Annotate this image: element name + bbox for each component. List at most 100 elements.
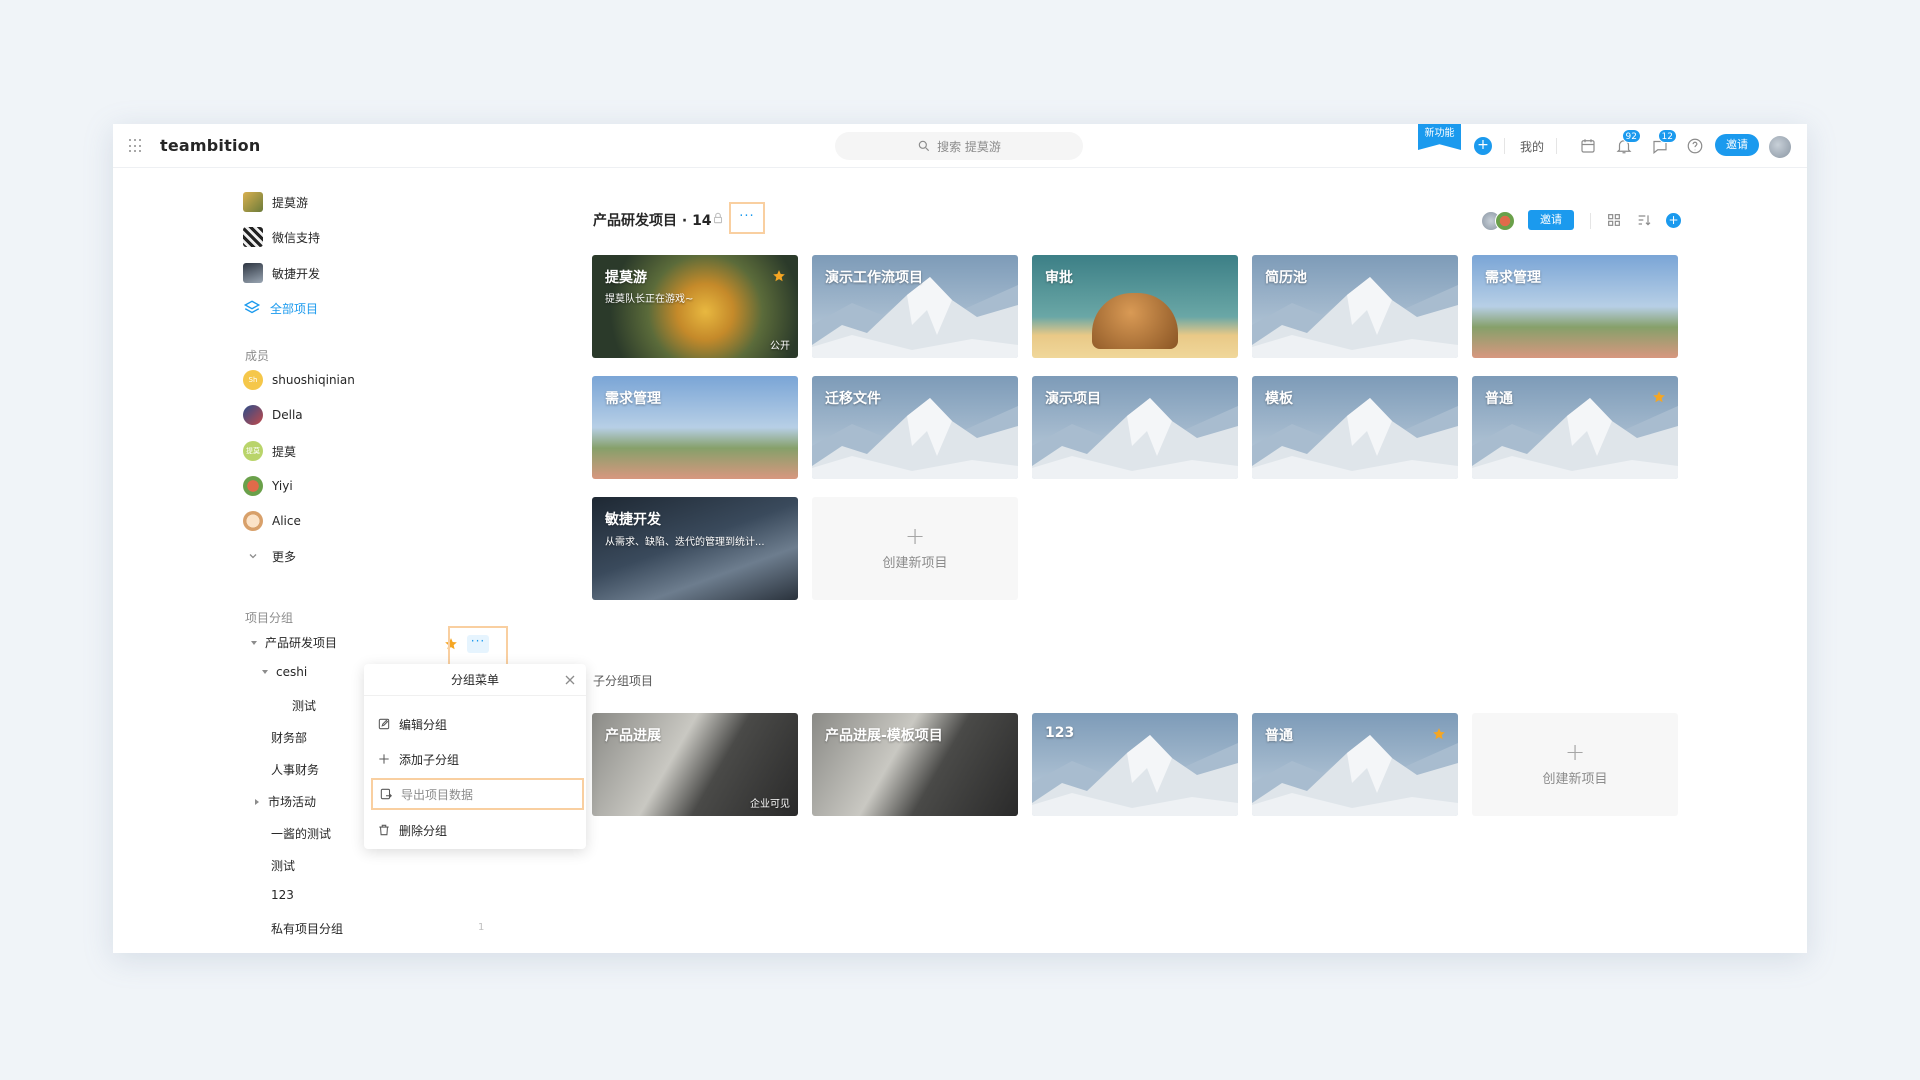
project-card[interactable]: 产品进展 企业可见 <box>592 713 798 816</box>
chevron-down-icon <box>243 551 263 561</box>
member-avatar <box>243 476 263 496</box>
member-avatar: Sh <box>243 370 263 390</box>
mine-link[interactable]: 我的 <box>1520 138 1544 155</box>
member-item[interactable]: Sh shuoshiqinian <box>243 370 355 390</box>
star-icon[interactable] <box>1432 727 1446 741</box>
member-item[interactable]: Della <box>243 405 303 425</box>
group-item-test-child[interactable]: 测试 <box>292 697 316 714</box>
user-avatar[interactable] <box>1769 136 1791 158</box>
invite-button[interactable]: 邀请 <box>1528 210 1574 230</box>
add-project-plus-button[interactable]: + <box>1666 213 1681 228</box>
lock-icon <box>711 211 725 225</box>
menu-edit-group[interactable]: 编辑分组 <box>377 712 580 736</box>
create-project-card[interactable]: + 创建新项目 <box>1472 713 1678 816</box>
card-title: 普通 <box>1485 391 1513 407</box>
group-item-test[interactable]: 测试 <box>271 857 295 874</box>
edit-icon <box>378 718 390 730</box>
close-icon[interactable] <box>564 674 576 686</box>
member-item[interactable]: Alice <box>243 511 301 531</box>
card-title: 迁移文件 <box>825 391 881 407</box>
member-name: shuoshiqinian <box>272 373 355 387</box>
card-title: 提莫游 <box>605 270 647 286</box>
help-icon[interactable] <box>1686 137 1704 155</box>
plus-icon <box>379 754 389 764</box>
member-name: Alice <box>272 514 301 528</box>
create-project-card[interactable]: + 创建新项目 <box>812 497 1018 600</box>
project-card[interactable]: 敏捷开发 从需求、缺陷、迭代的管理到统计... <box>592 497 798 600</box>
app-grid-icon[interactable] <box>129 139 143 153</box>
group-more-button[interactable]: ··· <box>467 635 489 653</box>
sidebar-project-timoyou[interactable]: 提莫游 <box>243 192 308 212</box>
card-visibility-tag: 企业可见 <box>750 799 790 810</box>
card-title: 简历池 <box>1265 270 1307 286</box>
search-placeholder: 搜索 提莫游 <box>937 139 1001 154</box>
star-icon[interactable] <box>772 269 786 283</box>
create-project-label: 创建新项目 <box>1542 772 1608 787</box>
group-item-yijiang[interactable]: 一酱的测试 <box>271 825 331 842</box>
star-icon[interactable] <box>1652 390 1666 404</box>
member-item[interactable]: 提莫 提莫 <box>243 441 296 461</box>
menu-add-subgroup[interactable]: 添加子分组 <box>377 747 580 771</box>
group-item-private[interactable]: 私有项目分组 <box>271 920 343 937</box>
caret-right-icon <box>252 797 262 807</box>
logo[interactable]: teambition <box>160 136 260 155</box>
card-title: 演示工作流项目 <box>825 270 923 286</box>
notification-badge: 92 <box>1621 129 1641 143</box>
grid-view-icon[interactable] <box>1606 212 1622 228</box>
create-plus-button[interactable]: + <box>1474 137 1492 155</box>
group-item-product[interactable]: 产品研发项目 <box>249 634 337 651</box>
member-item[interactable]: Yiyi <box>243 476 293 496</box>
project-card[interactable]: 提莫游 提莫队长正在游戏~ 公开 <box>592 255 798 358</box>
group-item-ceshi[interactable]: ceshi <box>260 665 307 679</box>
project-card[interactable]: 普通 <box>1252 713 1458 816</box>
group-label: 私有项目分组 <box>271 922 344 936</box>
sidebar-project-agile[interactable]: 敏捷开发 <box>243 263 320 283</box>
card-title: 敏捷开发 <box>605 512 661 528</box>
notification-icon[interactable]: 92 <box>1615 129 1641 155</box>
message-icon[interactable]: 12 <box>1651 129 1677 155</box>
group-count: 1 <box>478 922 485 933</box>
project-card[interactable]: 产品进展-模板项目 <box>812 713 1018 816</box>
card-visibility-tag: 公开 <box>770 341 790 352</box>
layers-icon <box>243 300 261 314</box>
header-invite-button[interactable]: 邀请 <box>1715 134 1759 156</box>
sidebar-all-projects[interactable]: 全部项目 <box>243 298 318 318</box>
project-card[interactable]: 简历池 <box>1252 255 1458 358</box>
more-label: 更多 <box>272 549 297 564</box>
project-card[interactable]: 模板 <box>1252 376 1458 479</box>
project-thumbnail <box>243 263 263 283</box>
project-card[interactable]: 需求管理 <box>1472 255 1678 358</box>
card-title: 需求管理 <box>605 391 661 407</box>
calendar-icon[interactable] <box>1579 137 1597 155</box>
project-card[interactable]: 演示工作流项目 <box>812 255 1018 358</box>
project-card[interactable]: 123 <box>1032 713 1238 816</box>
sort-icon[interactable] <box>1636 212 1652 228</box>
card-title: 模板 <box>1265 391 1293 407</box>
project-card[interactable]: 演示项目 <box>1032 376 1238 479</box>
group-item-123[interactable]: 123 <box>271 888 294 902</box>
group-label: 人事财务 <box>271 763 320 777</box>
trash-icon <box>379 824 389 836</box>
subgroup-section-title: 子分组项目 <box>593 674 654 688</box>
search-bar[interactable]: 搜索 提莫游 <box>835 132 1083 160</box>
group-item-market[interactable]: 市场活动 <box>252 793 316 810</box>
members-more-toggle[interactable]: 更多 <box>243 546 296 566</box>
group-menu-popup: 分组菜单 编辑分组 添加子分组 导出项目数据 删除分组 <box>364 664 586 849</box>
sidebar-project-wechat[interactable]: 微信支持 <box>243 227 320 247</box>
group-label: 财务部 <box>271 731 308 745</box>
card-description: 从需求、缺陷、迭代的管理到统计... <box>605 537 765 548</box>
project-card[interactable]: 迁移文件 <box>812 376 1018 479</box>
member-avatar[interactable] <box>1495 211 1515 231</box>
new-feature-ribbon[interactable]: 新功能 <box>1418 124 1461 150</box>
message-badge: 12 <box>1657 129 1677 143</box>
menu-export-data[interactable]: 导出项目数据 <box>371 778 584 810</box>
project-card[interactable]: 普通 <box>1472 376 1678 479</box>
title-more-button[interactable]: ··· <box>729 202 765 234</box>
group-item-finance[interactable]: 财务部 <box>271 729 307 746</box>
group-item-hr[interactable]: 人事财务 <box>271 761 319 778</box>
project-card[interactable]: 审批 <box>1032 255 1238 358</box>
group-label: 123 <box>271 888 294 902</box>
project-card[interactable]: 需求管理 <box>592 376 798 479</box>
menu-delete-group[interactable]: 删除分组 <box>377 818 580 842</box>
group-label: 一酱的测试 <box>271 827 332 841</box>
